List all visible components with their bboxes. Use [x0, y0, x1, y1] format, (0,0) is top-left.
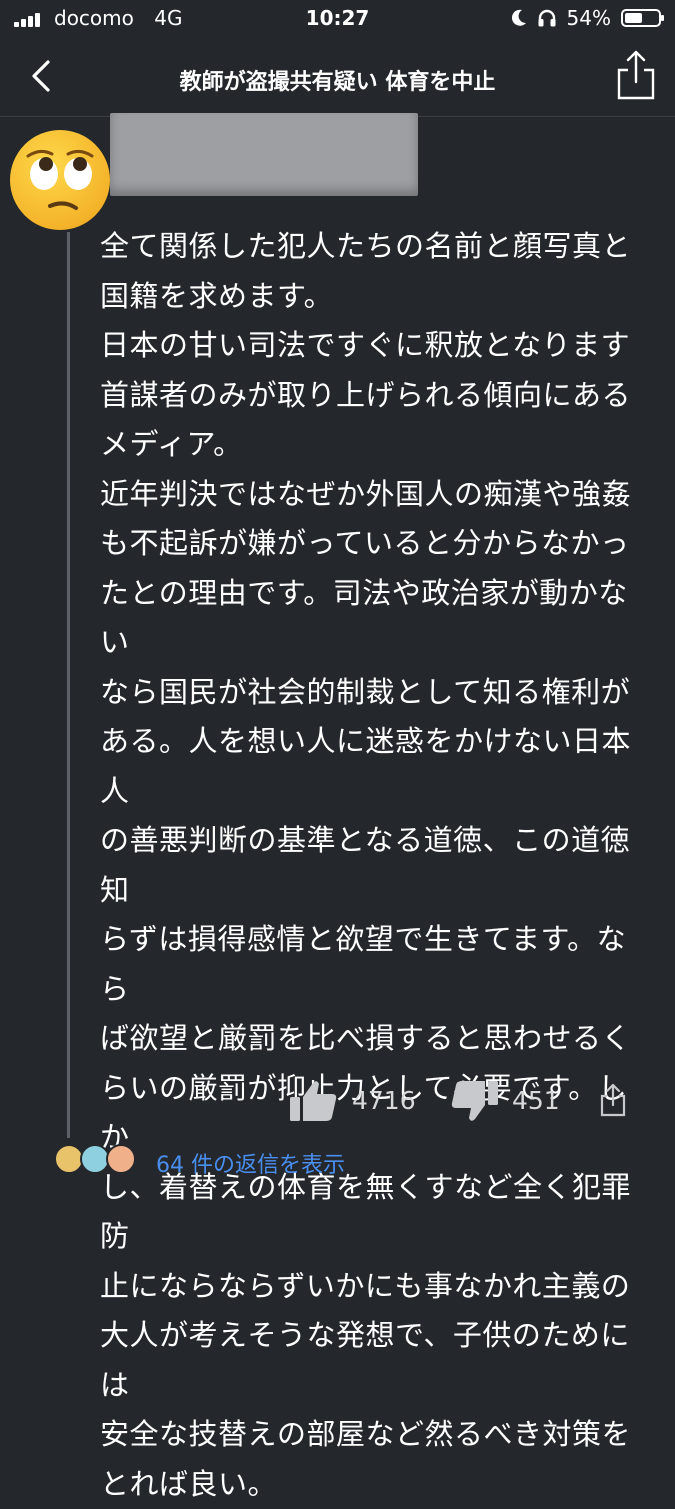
comment-line: とれば良い。: [100, 1460, 645, 1509]
battery-level: [625, 13, 642, 23]
emoji-face-icon: [10, 130, 110, 230]
comment-line: メディア。: [100, 420, 645, 470]
thread-line: [67, 232, 70, 1138]
comment-line: 大人が考えそうな発想で、子供のためには: [100, 1311, 645, 1410]
comment-line: たとの理由です。司法や政治家が動かない: [100, 569, 645, 668]
replies-row[interactable]: 64 件の返信を表示: [0, 1142, 675, 1182]
reply-avatar-icon: [106, 1144, 136, 1174]
share-comment-icon[interactable]: [598, 1082, 628, 1118]
battery-icon: [621, 9, 661, 27]
comment-line: なら国民が社会的制裁として知る権利が: [100, 668, 645, 718]
comment-line: の善悪判断の基準となる道徳、この道徳知: [100, 816, 645, 915]
comment-line: らずは損得感情と欲望で生きてます。なら: [100, 915, 645, 1014]
comment-line: 全て関係した犯人たちの名前と顔写真と: [100, 222, 645, 272]
comment-line: も不起訴が嫌がっていると分からなかっ: [100, 519, 645, 569]
comment-line: 止にならならずいかにも事なかれ主義の: [100, 1262, 645, 1312]
comment-text: 全て関係した犯人たちの名前と顔写真と国籍を求めます。日本の甘い司法ですぐに釈放と…: [100, 222, 645, 1509]
thumbs-up-icon[interactable]: [288, 1079, 338, 1123]
comment-line: ある。人を想い人に迷惑をかけない日本人: [100, 717, 645, 816]
comment-line: 近年判決ではなぜか外国人の痴漢や強姦: [100, 470, 645, 520]
show-replies-link[interactable]: 64 件の返信を表示: [156, 1147, 345, 1179]
comment-line: 首謀者のみが取り上げられる傾向にある: [100, 371, 645, 421]
comment-line: 安全な技替えの部屋など然るべき対策を: [100, 1410, 645, 1460]
headphones-icon: [537, 9, 557, 27]
comment-line: 日本の甘い司法ですぐに釈放となります: [100, 321, 645, 371]
redacted-username: [110, 113, 418, 196]
dislike-count: 451: [512, 1086, 560, 1115]
comment-actions: 4716 451: [0, 1076, 675, 1126]
like-count: 4716: [352, 1086, 416, 1115]
comment-line: ば欲望と厳罰を比べ損すると思わせるく: [100, 1014, 645, 1064]
page-title: 教師が盗撮共有疑い 体育を中止: [0, 64, 675, 96]
comment-line: 国籍を求めます。: [100, 272, 645, 322]
face-with-rolling-eyes-emoji[interactable]: [10, 130, 110, 230]
nav-bar: 教師が盗撮共有疑い 体育を中止: [0, 40, 675, 117]
status-bar: docomo 4G 10:27 54%: [0, 0, 675, 40]
status-indicators: 54%: [511, 6, 661, 30]
share-icon[interactable]: [613, 48, 659, 102]
battery-percent: 54%: [567, 6, 611, 30]
moon-icon: [511, 9, 527, 27]
thumbs-down-icon[interactable]: [450, 1079, 500, 1123]
